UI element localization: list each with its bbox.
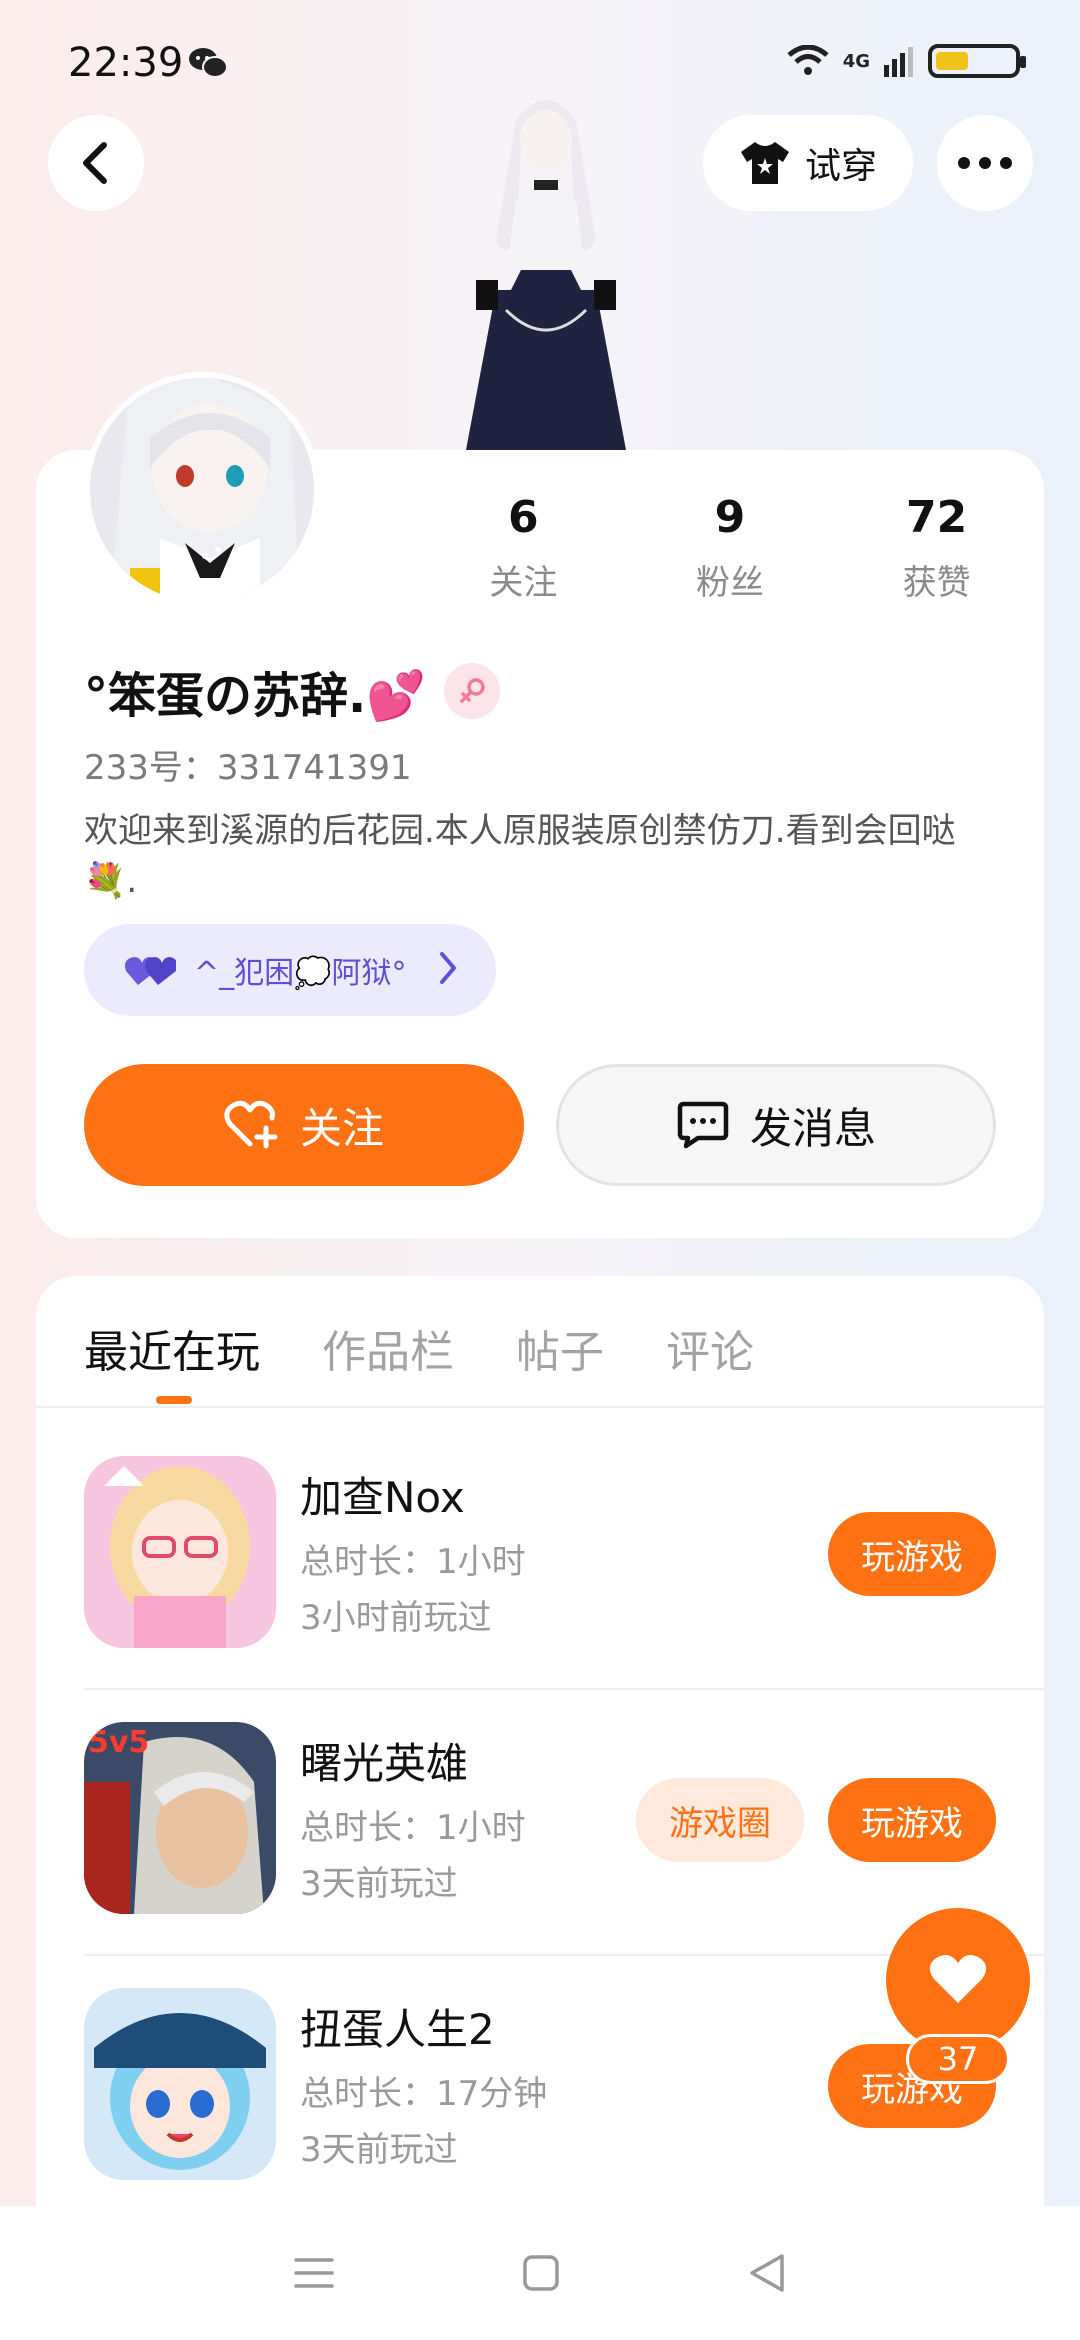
game-icon-niudan-rensheng-2[interactable] bbox=[84, 1988, 276, 2180]
stat-label: 获赞 bbox=[902, 563, 971, 603]
status-icons: 4G bbox=[787, 44, 1026, 78]
game-last-played: 3天前玩过 bbox=[300, 2130, 458, 2170]
stat-value: 6 bbox=[508, 492, 539, 543]
game-name: 扭蛋人生2 bbox=[300, 2005, 495, 2054]
back-triangle-icon[interactable] bbox=[748, 2252, 786, 2294]
stat-value: 72 bbox=[906, 492, 968, 543]
message-label: 发消息 bbox=[749, 1103, 876, 1153]
battery-icon bbox=[928, 44, 1026, 78]
game-last-played: 3小时前玩过 bbox=[300, 1598, 492, 1638]
chevron-right-icon bbox=[440, 952, 457, 984]
play-game-button[interactable]: 玩游戏 bbox=[828, 1778, 996, 1862]
tab-comments[interactable]: 评论 bbox=[666, 1316, 754, 1380]
stat-likes[interactable]: 72 获赞 bbox=[847, 492, 1027, 604]
divider bbox=[36, 1406, 1044, 1408]
user-id: 233号：331741391 bbox=[84, 748, 412, 788]
like-button[interactable] bbox=[886, 1908, 1030, 2052]
tab-recent-played[interactable]: 最近在玩 bbox=[84, 1316, 260, 1380]
svg-text:5v5: 5v5 bbox=[88, 1725, 149, 1760]
stat-value: 9 bbox=[714, 492, 746, 543]
menu-icon[interactable] bbox=[294, 2256, 334, 2290]
game-row[interactable]: 扭蛋人生2 总时长：17分钟 3天前玩过 玩游戏 bbox=[84, 1988, 1044, 2236]
network-label: 4G bbox=[842, 50, 870, 72]
follow-button[interactable]: 关注 bbox=[84, 1064, 524, 1186]
game-last-played: 3天前玩过 bbox=[300, 1864, 458, 1904]
signal-icon bbox=[884, 47, 913, 77]
stat-label: 关注 bbox=[489, 563, 558, 603]
follow-label: 关注 bbox=[299, 1103, 384, 1153]
avatar-image bbox=[90, 378, 314, 602]
avatar[interactable] bbox=[84, 372, 320, 608]
home-square-icon[interactable] bbox=[522, 2254, 560, 2292]
stat-following[interactable]: 6 关注 bbox=[433, 492, 613, 604]
wechat-icon bbox=[189, 48, 228, 78]
shirt-icon bbox=[740, 142, 789, 184]
tab-bar: 最近在玩 作品栏 帖子 评论 bbox=[84, 1316, 754, 1380]
tab-indicator bbox=[156, 1396, 192, 1404]
profile-stats: 6 关注 9 粉丝 72 获赞 bbox=[420, 492, 1040, 604]
guild-badge[interactable]: ^_犯困💭阿狱° bbox=[84, 924, 496, 1016]
game-icon-gacha-nox[interactable] bbox=[84, 1456, 276, 1648]
game-circle-button[interactable]: 游戏圈 bbox=[636, 1778, 804, 1862]
user-name: °笨蛋の苏辞.💕 bbox=[84, 668, 427, 724]
wifi-icon bbox=[787, 45, 829, 75]
system-nav-bar bbox=[0, 2206, 1080, 2340]
try-on-label: 试穿 bbox=[804, 146, 877, 187]
back-button[interactable] bbox=[48, 115, 144, 211]
more-dots-icon bbox=[958, 157, 1012, 169]
status-time: 22:39 bbox=[68, 40, 184, 86]
chat-bubble-icon bbox=[677, 1101, 729, 1149]
game-duration: 总时长：1小时 bbox=[300, 1808, 526, 1848]
user-bio: 欢迎来到溪源的后花园.本人原服装原创禁仿刀.看到会回哒💐. bbox=[84, 811, 956, 901]
divider bbox=[84, 1688, 1044, 1690]
female-gender-icon bbox=[444, 663, 501, 719]
try-on-button[interactable]: 试穿 bbox=[703, 115, 913, 211]
game-duration: 总时长：1小时 bbox=[300, 1542, 526, 1582]
game-name: 曙光英雄 bbox=[300, 1739, 469, 1788]
like-count-badge: 37 bbox=[906, 2034, 1010, 2084]
game-name: 加查Nox bbox=[300, 1473, 465, 1522]
chevron-left-icon bbox=[83, 142, 107, 184]
game-duration: 总时长：17分钟 bbox=[300, 2074, 548, 2114]
tab-works[interactable]: 作品栏 bbox=[322, 1316, 454, 1380]
stat-label: 粉丝 bbox=[695, 563, 764, 603]
play-game-button[interactable]: 玩游戏 bbox=[828, 1512, 996, 1596]
avatar-character-figure bbox=[466, 100, 626, 450]
game-icon-shuguang-yingxiong[interactable]: 5v5 bbox=[84, 1722, 276, 1914]
more-button[interactable] bbox=[937, 115, 1033, 211]
heart-plus-icon bbox=[224, 1100, 278, 1149]
content-card: 最近在玩 作品栏 帖子 评论 加查Nox 总时长：1小时 3小时前玩过 玩游戏 bbox=[36, 1276, 1044, 2236]
message-button[interactable]: 发消息 bbox=[556, 1064, 996, 1186]
guild-name: ^_犯困💭阿狱° bbox=[194, 956, 407, 991]
stat-followers[interactable]: 9 粉丝 bbox=[640, 492, 820, 604]
double-heart-icon bbox=[125, 957, 176, 985]
name-row: °笨蛋の苏辞.💕 bbox=[84, 656, 501, 726]
tab-posts[interactable]: 帖子 bbox=[516, 1316, 604, 1380]
game-row[interactable]: 加查Nox 总时长：1小时 3小时前玩过 玩游戏 bbox=[84, 1456, 1044, 1720]
heart-icon bbox=[929, 1955, 987, 2003]
